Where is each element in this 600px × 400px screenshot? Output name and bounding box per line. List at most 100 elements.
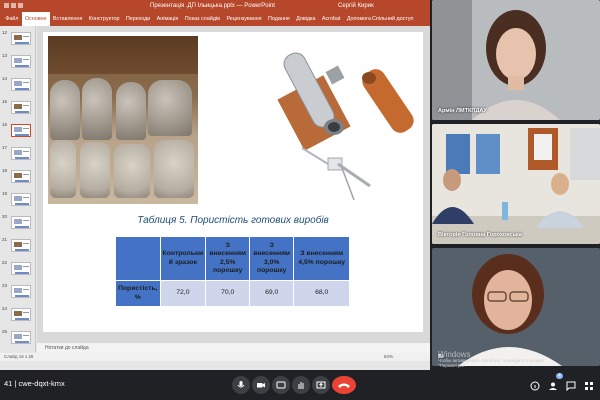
column-header: Контрольни й зразок (159, 236, 207, 281)
participant-video (432, 124, 600, 244)
slide-thumbnail[interactable]: 18 (2, 168, 36, 186)
slide-thumbnail[interactable]: 20 (2, 214, 36, 232)
slide-number: 13 (2, 53, 8, 58)
slide-thumbnail[interactable]: 22 (2, 260, 36, 278)
slide-thumbnail[interactable]: 21 (2, 237, 36, 255)
present-button[interactable] (312, 376, 330, 394)
slide-number: 23 (2, 283, 8, 288)
tab-file[interactable]: Файл (2, 16, 22, 22)
slide-number: 17 (2, 145, 8, 150)
user-name[interactable]: Сергій Кирик (338, 0, 374, 12)
participant-name: Вікторія Головна Гороховська (438, 232, 522, 238)
meeting-code: 41 | cwe-dqxt-kmx (4, 379, 65, 388)
participant-tile[interactable]: Армін ЛМТКПДАУ (432, 0, 600, 120)
slide-number: 24 (2, 306, 8, 311)
tab-design[interactable]: Конструктор (86, 16, 123, 22)
chat-button[interactable] (566, 378, 576, 396)
slide-number: 16 (2, 122, 8, 127)
slide-thumbnail[interactable]: 25 (2, 329, 36, 347)
slide-number: 22 (2, 260, 8, 265)
title-bar: Презентація .ДП Ільицька.pptx — PowerPoi… (0, 0, 430, 12)
bread-photo (48, 36, 198, 204)
slide-thumbnail[interactable]: 19 (2, 191, 36, 209)
tab-insert[interactable]: Вставлення (50, 16, 86, 22)
table-cell: 72,0 (159, 280, 207, 307)
slide-thumbnail-image (11, 124, 31, 137)
camera-icon (257, 383, 265, 388)
windows-activation-watermark: Windows Чтобы активировать Windows, пере… (438, 351, 598, 369)
status-bar: Слайд 16 з 25 84% (0, 353, 430, 361)
tab-acrobat[interactable]: Acrobat (319, 16, 344, 22)
slide-thumbnail-image (11, 331, 31, 344)
table-cell: 69,0 (249, 280, 295, 307)
tab-slideshow[interactable]: Показ слайдів (182, 16, 224, 22)
slide-thumbnail[interactable]: 15 (2, 99, 36, 117)
captions-icon (276, 381, 286, 389)
activities-icon (585, 382, 593, 390)
slide-number: 14 (2, 76, 8, 81)
tab-view[interactable]: Подання (265, 16, 293, 22)
row-header: Пористість, % (115, 280, 161, 307)
slide-thumbnails-pane[interactable]: 12 13 14 15 16 17 18 19 20 21 22 23 24 25 (0, 26, 36, 352)
captions-button[interactable] (272, 376, 290, 394)
slide-thumbnail-image (11, 170, 31, 183)
tab-transitions[interactable]: Переходи (123, 16, 154, 22)
activities-button[interactable] (584, 378, 594, 396)
slide-thumbnail-image (11, 216, 31, 229)
tab-tell-me[interactable]: Допомога (344, 16, 375, 22)
slide-thumbnail-image (11, 262, 31, 275)
participant-tile[interactable]: Ві (432, 248, 600, 366)
camera-button[interactable] (252, 376, 270, 394)
present-icon (316, 381, 326, 389)
people-count-badge: 4 (556, 373, 563, 379)
table-cell: 68,0 (293, 280, 351, 307)
slide-number: 15 (2, 99, 8, 104)
raise-hand-button[interactable] (292, 376, 310, 394)
tab-animations[interactable]: Анімація (153, 16, 181, 22)
slide-thumbnail-image (11, 101, 31, 114)
watermark-line: "Параметры". (438, 363, 467, 368)
slide-number: 20 (2, 214, 8, 219)
slide-number: 18 (2, 168, 8, 173)
slide-number: 25 (2, 329, 8, 334)
participant-video (432, 0, 600, 120)
column-header: З внесенням 2,5% порошку (205, 236, 251, 281)
slide-thumbnail-image (11, 147, 31, 160)
participant-tile[interactable]: Вікторія Головна Гороховська (432, 124, 600, 244)
screen: Презентація .ДП Ільицька.pptx — PowerPoi… (0, 0, 600, 400)
share-button[interactable]: Спільний доступ (372, 16, 413, 22)
slide-thumbnail-image (11, 55, 31, 68)
notes-field[interactable]: Нотатки до слайда (37, 343, 430, 353)
participant-name: Армін ЛМТКПДАУ (438, 108, 487, 114)
end-call-icon (338, 383, 350, 388)
slide-number: 19 (2, 191, 8, 196)
tab-help[interactable]: Довідка (293, 16, 319, 22)
window-title: Презентація .ДП Ільицька.pptx — PowerPoi… (150, 3, 275, 9)
slide-thumbnail-image (11, 32, 31, 45)
slide-thumbnail[interactable]: 23 (2, 283, 36, 301)
slide-thumbnail[interactable]: 12 (2, 30, 36, 48)
slide-thumbnail[interactable]: 24 (2, 306, 36, 324)
column-header: З внесенням 3,0% порошку (249, 236, 295, 281)
table-corner-cell (115, 236, 161, 281)
slide-thumbnail[interactable]: 14 (2, 76, 36, 94)
slide-thumbnail[interactable]: 17 (2, 145, 36, 163)
slide-editing-area[interactable]: Таблиця 5. Пористість готових виробів Ко… (37, 26, 430, 343)
quick-access-toolbar[interactable] (4, 3, 24, 9)
slide-thumbnail[interactable]: 16 (2, 122, 36, 140)
slide-thumbnail-image (11, 308, 31, 321)
tab-review[interactable]: Рецензування (223, 16, 265, 22)
raise-hand-icon (298, 382, 304, 389)
ribbon-tabs: Файл Основне Вставлення Конструктор Пере… (0, 12, 430, 26)
tab-home[interactable]: Основне (21, 12, 50, 26)
end-call-button[interactable] (332, 376, 356, 394)
slide-thumbnail[interactable]: 13 (2, 53, 36, 71)
slide[interactable]: Таблиця 5. Пористість готових виробів Ко… (43, 32, 423, 332)
mic-button[interactable] (232, 376, 250, 394)
info-button[interactable] (530, 378, 540, 396)
column-header: З внесенням 4,5% порошку (293, 236, 351, 281)
people-button[interactable] (548, 378, 558, 396)
zoom-level[interactable]: 84% (384, 353, 393, 361)
powerpoint-window: Презентація .ДП Ільицька.pptx — PowerPoi… (0, 0, 430, 370)
people-icon (549, 382, 557, 390)
